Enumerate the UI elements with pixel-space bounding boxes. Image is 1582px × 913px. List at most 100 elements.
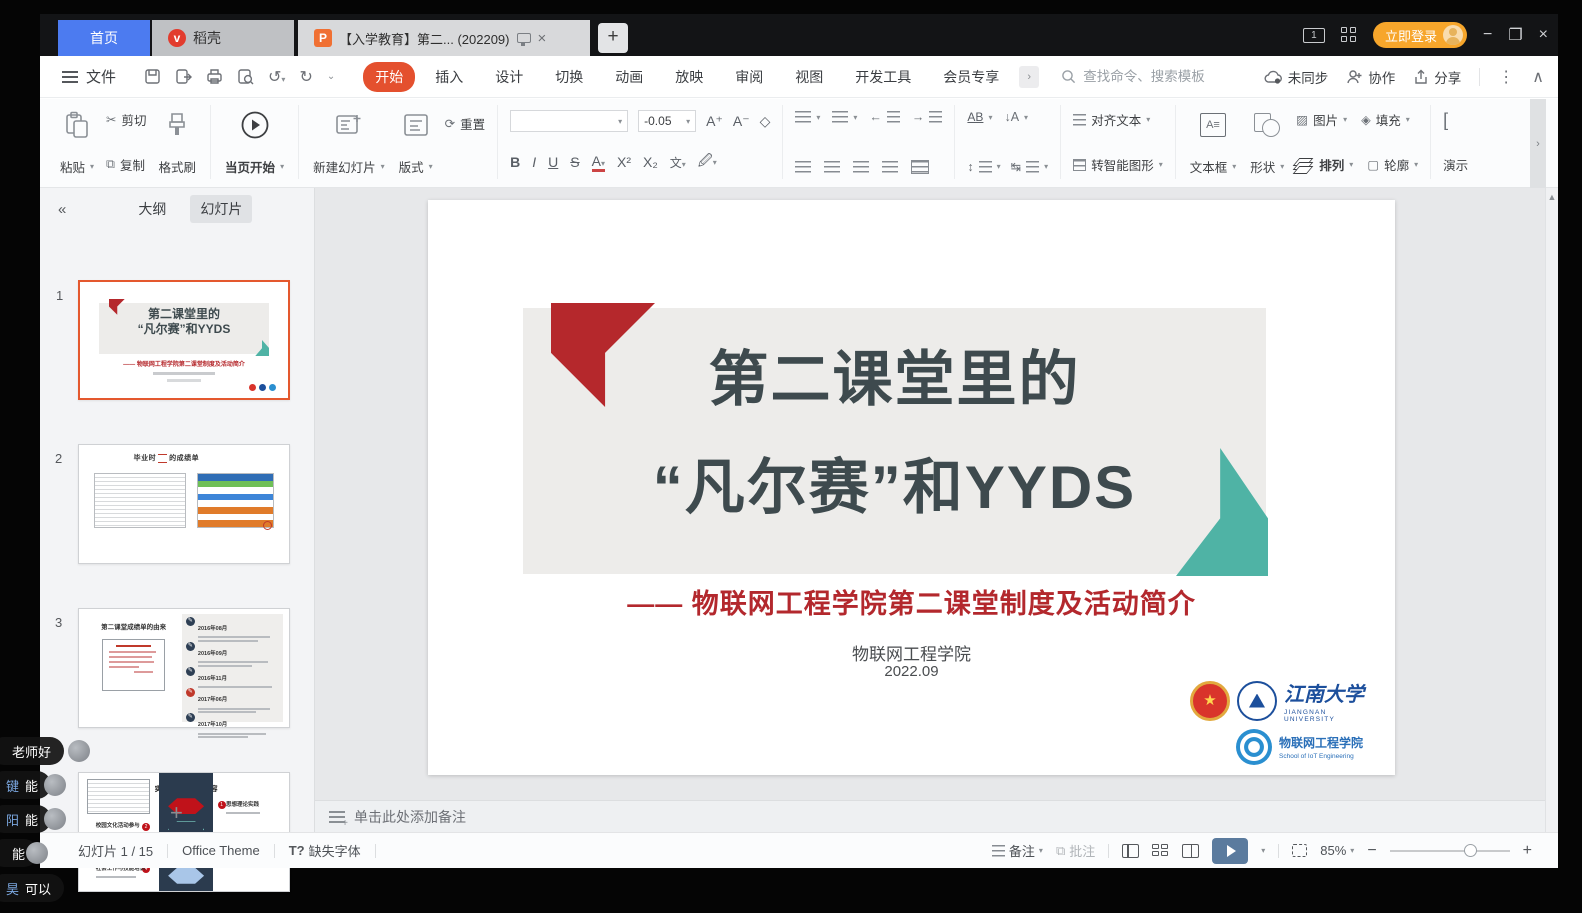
phonetic-guide-button[interactable]: 文▾ xyxy=(670,154,686,171)
zoom-in-button[interactable]: + xyxy=(1523,842,1532,860)
strikethrough-button[interactable]: S xyxy=(570,154,579,170)
character-spacing-button[interactable]: AB▾ xyxy=(967,110,992,124)
login-button[interactable]: 立即登录 xyxy=(1373,22,1467,48)
restore-button[interactable]: ❐ xyxy=(1508,25,1522,45)
comments-button[interactable]: ⧉批注 xyxy=(1056,841,1095,860)
theme-name[interactable]: Office Theme xyxy=(182,843,260,858)
fill-button[interactable]: ◈填充▾ xyxy=(1361,110,1410,129)
picture-button[interactable]: ▨图片▾ xyxy=(1296,110,1347,129)
tab-slides[interactable]: 幻灯片 xyxy=(190,195,252,223)
align-left-icon[interactable] xyxy=(795,161,811,173)
zoom-slider-knob[interactable] xyxy=(1464,844,1477,857)
customize-toolbar-icon[interactable]: ⌄ xyxy=(327,71,335,82)
italic-button[interactable]: I xyxy=(532,154,536,170)
menu-design[interactable]: 设计 xyxy=(483,62,535,92)
justify-icon[interactable] xyxy=(882,161,898,173)
current-slide-canvas[interactable]: 第二课堂里的 “凡尔赛”和YYDS —— 物联网工程学院第二课堂制度及活动简介 … xyxy=(428,200,1395,775)
notes-toggle-button[interactable]: 备注▾ xyxy=(992,841,1043,860)
font-size-combo[interactable]: -0.05▾ xyxy=(638,110,696,132)
to-smart-graphic-button[interactable]: 转智能图形▾ xyxy=(1073,155,1163,174)
save-icon[interactable] xyxy=(144,68,161,85)
share-button[interactable]: 分享 xyxy=(1413,67,1461,87)
zoom-level-button[interactable]: 85%▾ xyxy=(1320,843,1354,858)
line-spacing-button[interactable]: ↕▾ xyxy=(967,160,1000,174)
increase-font-icon[interactable]: A⁺ xyxy=(706,113,723,130)
notes-bar[interactable]: 单击此处添加备注 xyxy=(315,800,1546,832)
cut-button[interactable]: ✂剪切 xyxy=(106,110,147,129)
single-window-icon[interactable]: 1 xyxy=(1303,28,1325,43)
zoom-slider[interactable] xyxy=(1390,850,1510,852)
monitor-icon[interactable] xyxy=(517,33,531,43)
underline-button[interactable]: U xyxy=(548,154,558,170)
add-slide-button[interactable]: + xyxy=(170,800,183,826)
numbered-list-button[interactable]: ▾ xyxy=(832,111,857,123)
decrease-indent-button[interactable]: ← xyxy=(869,110,900,124)
paste-button[interactable]: 粘贴▾ xyxy=(58,105,96,179)
output-icon[interactable] xyxy=(175,68,192,85)
menu-transition[interactable]: 切换 xyxy=(543,62,595,92)
redo-icon[interactable]: ↻ xyxy=(299,67,312,87)
reading-view-button[interactable] xyxy=(1182,844,1199,858)
sync-status[interactable]: 未同步 xyxy=(1264,67,1329,87)
shapes-button[interactable]: 形状▾ xyxy=(1248,105,1286,179)
close-tab-icon[interactable]: × xyxy=(538,30,547,47)
collapse-ribbon-icon[interactable]: ∧ xyxy=(1532,67,1544,87)
outline-shape-button[interactable]: ▢轮廓▾ xyxy=(1367,155,1418,174)
align-center-icon[interactable] xyxy=(824,161,840,173)
menu-devtools[interactable]: 开发工具 xyxy=(843,62,923,92)
search-input[interactable] xyxy=(1083,69,1253,84)
slide-sorter-view-button[interactable] xyxy=(1152,844,1169,858)
slide-thumbnail-1[interactable]: 1 第二课堂里的“凡尔赛”和YYDS —— 物联网工程学院第二课堂制度及活动简介 xyxy=(78,280,290,400)
undo-icon[interactable]: ↺▾ xyxy=(268,67,285,87)
scroll-up-icon[interactable]: ▲ xyxy=(1546,188,1558,202)
more-options-icon[interactable]: ⋮ xyxy=(1498,67,1514,87)
menu-animation[interactable]: 动画 xyxy=(603,62,655,92)
paragraph-spacing-button[interactable]: ↹▾ xyxy=(1011,159,1049,174)
reset-button[interactable]: ⟳重置 xyxy=(445,114,486,133)
new-tab-button[interactable]: + xyxy=(598,23,628,53)
bold-button[interactable]: B xyxy=(510,154,520,170)
slideshow-play-button[interactable] xyxy=(1212,838,1248,864)
increase-indent-button[interactable]: → xyxy=(912,110,943,124)
close-button[interactable]: × xyxy=(1539,26,1548,44)
print-icon[interactable] xyxy=(206,68,223,85)
distribute-icon[interactable] xyxy=(911,160,929,174)
menu-home[interactable]: 开始 xyxy=(363,62,415,92)
font-family-combo[interactable]: ▾ xyxy=(510,110,628,132)
menu-insert[interactable]: 插入 xyxy=(423,62,475,92)
layout-button[interactable]: 版式▾ xyxy=(397,105,435,179)
play-from-page-button[interactable]: 当页开始▾ xyxy=(223,105,286,179)
slideshow-options-dropdown[interactable]: ▾ xyxy=(1261,846,1265,855)
tab-docer[interactable]: v 稻壳 xyxy=(152,20,294,56)
tab-outline[interactable]: 大纲 xyxy=(128,195,176,223)
command-search[interactable] xyxy=(1061,69,1253,84)
align-text-button[interactable]: 对齐文本▾ xyxy=(1073,110,1163,129)
font-color-button[interactable]: A▾ xyxy=(592,153,605,172)
missing-font-button[interactable]: T?缺失字体 xyxy=(289,841,361,860)
subscript-button[interactable]: X₂ xyxy=(643,154,658,170)
text-box-button[interactable]: A≡ 文本框▾ xyxy=(1188,105,1239,179)
collaborate-button[interactable]: 协作 xyxy=(1346,67,1395,87)
menu-member[interactable]: 会员专享 xyxy=(931,62,1011,92)
slide-thumbnail-3[interactable]: 3 第二课堂成绩单的由来 ✎2016年08月 ✎2016年09月 ✎2016年1… xyxy=(78,608,290,728)
format-painter-button[interactable]: 格式刷 xyxy=(157,105,199,179)
slide-thumbnail-2[interactable]: 2 毕业时的成绩单 xyxy=(78,444,290,564)
more-menus-chevron[interactable]: › xyxy=(1019,66,1039,88)
file-menu[interactable]: 文件 xyxy=(40,66,130,87)
menu-view[interactable]: 视图 xyxy=(783,62,835,92)
present-tools-button[interactable]: 演示 xyxy=(1443,155,1468,174)
ribbon-expand-chevron[interactable]: › xyxy=(1530,99,1546,188)
menu-slideshow[interactable]: 放映 xyxy=(663,62,715,92)
arrange-button[interactable]: 排列▾ xyxy=(1296,155,1353,174)
tab-home[interactable]: 首页 xyxy=(58,20,150,56)
minimize-button[interactable]: − xyxy=(1483,26,1492,44)
new-slide-button[interactable]: 新建幻灯片▾ xyxy=(311,105,387,179)
menu-review[interactable]: 审阅 xyxy=(723,62,775,92)
tab-document[interactable]: P 【入学教育】第二... (202209) × xyxy=(298,20,590,56)
app-grid-icon[interactable] xyxy=(1341,27,1357,43)
clear-format-icon[interactable]: ◇ xyxy=(760,113,771,130)
superscript-button[interactable]: X² xyxy=(617,154,631,170)
text-direction-button[interactable]: ↓A▾ xyxy=(1004,110,1028,124)
zoom-out-button[interactable]: − xyxy=(1367,842,1376,860)
preview-icon[interactable] xyxy=(237,68,254,85)
